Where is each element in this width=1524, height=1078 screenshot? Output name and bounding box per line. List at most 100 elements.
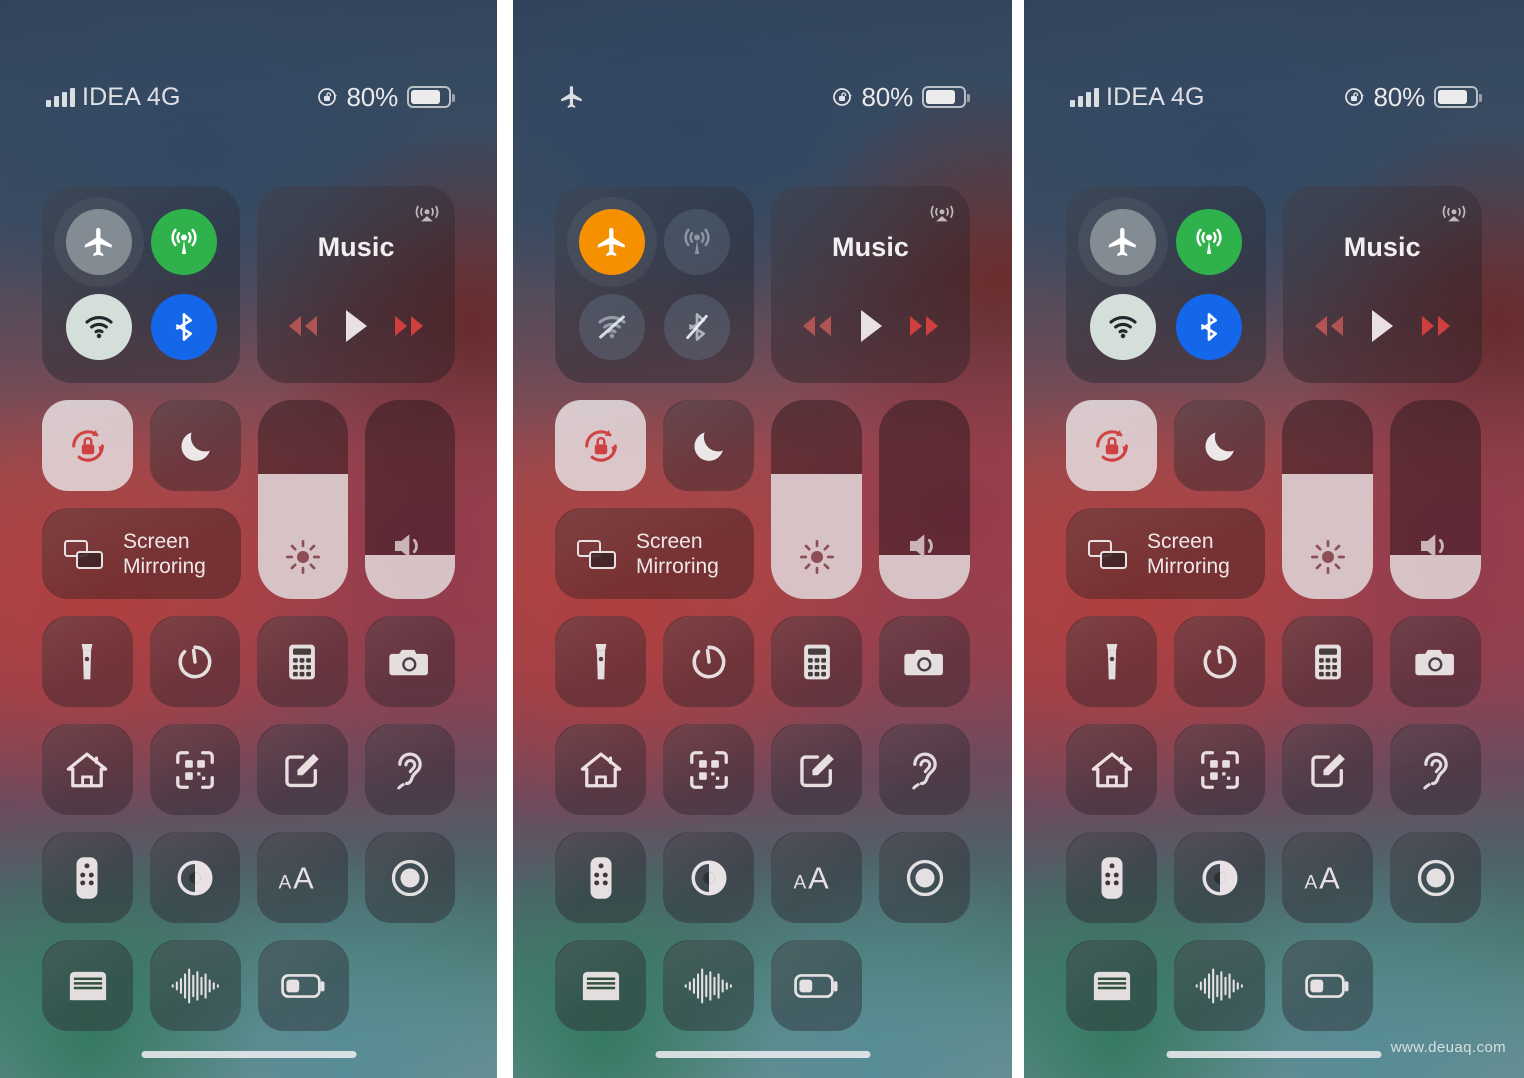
- svg-text:A: A: [293, 860, 314, 895]
- do-not-disturb-toggle[interactable]: [150, 400, 241, 491]
- home-button[interactable]: [42, 724, 133, 815]
- wallet-button[interactable]: [42, 940, 133, 1031]
- cellular-data-toggle[interactable]: [1175, 209, 1242, 276]
- screen-mirroring-label-line2: Mirroring: [123, 554, 206, 578]
- brightness-slider[interactable]: [1282, 400, 1373, 599]
- app-shortcut-row-3: A A: [555, 832, 970, 923]
- airplay-icon[interactable]: [413, 199, 441, 232]
- notes-button[interactable]: [771, 724, 862, 815]
- do-not-disturb-toggle[interactable]: [663, 400, 754, 491]
- dark-mode-button[interactable]: [149, 832, 240, 923]
- screen-recording-button[interactable]: [1390, 832, 1481, 923]
- home-button[interactable]: [555, 724, 646, 815]
- screen-mirroring-label-line1: Screen: [123, 529, 190, 553]
- screen-recording-button[interactable]: [364, 832, 455, 923]
- volume-slider[interactable]: [1390, 400, 1481, 599]
- cellular-data-toggle[interactable]: [664, 209, 731, 276]
- apple-tv-remote-button[interactable]: [1066, 832, 1157, 923]
- text-size-button[interactable]: A A: [257, 832, 348, 923]
- rewind-button[interactable]: [285, 313, 321, 344]
- apple-tv-remote-button[interactable]: [555, 832, 646, 923]
- rewind-button[interactable]: [1311, 313, 1347, 344]
- brightness-slider[interactable]: [258, 400, 348, 599]
- rotation-lock-toggle[interactable]: [555, 400, 646, 491]
- screen-mirroring-button[interactable]: Screen Mirroring: [555, 508, 754, 599]
- airplane-mode-toggle[interactable]: [1077, 197, 1168, 288]
- camera-button[interactable]: [364, 616, 455, 707]
- calculator-button[interactable]: [257, 616, 348, 707]
- timer-button[interactable]: [1174, 616, 1265, 707]
- volume-slider[interactable]: [879, 400, 970, 599]
- fast-forward-button[interactable]: [1418, 313, 1454, 344]
- cellular-data-toggle[interactable]: [150, 209, 217, 276]
- volume-slider[interactable]: [365, 400, 455, 599]
- do-not-disturb-toggle[interactable]: [1174, 400, 1265, 491]
- notes-button[interactable]: [257, 724, 348, 815]
- fast-forward-button[interactable]: [906, 313, 942, 344]
- screen-mirroring-button[interactable]: Screen Mirroring: [42, 508, 241, 599]
- home-indicator[interactable]: [655, 1051, 870, 1058]
- hearing-button[interactable]: [364, 724, 455, 815]
- rotation-lock-toggle[interactable]: [1066, 400, 1157, 491]
- home-indicator[interactable]: [141, 1051, 356, 1058]
- screen-recording-button[interactable]: [879, 832, 970, 923]
- airplane-icon: [597, 228, 625, 257]
- play-button[interactable]: [1367, 308, 1397, 349]
- flashlight-button[interactable]: [555, 616, 646, 707]
- rotation-lock-toggle[interactable]: [42, 400, 133, 491]
- bluetooth-off-icon: [686, 312, 709, 341]
- flashlight-button[interactable]: [42, 616, 133, 707]
- flashlight-button[interactable]: [1066, 616, 1157, 707]
- apple-tv-remote-button[interactable]: [42, 832, 133, 923]
- music-widget[interactable]: Music: [257, 186, 455, 383]
- calculator-button[interactable]: [771, 616, 862, 707]
- airplane-mode-toggle[interactable]: [53, 197, 144, 288]
- music-widget[interactable]: Music: [1282, 186, 1482, 383]
- hearing-button[interactable]: [1390, 724, 1481, 815]
- qr-scanner-button[interactable]: [663, 724, 754, 815]
- wallet-button[interactable]: [555, 940, 646, 1031]
- voice-memos-button[interactable]: [150, 940, 241, 1031]
- airplay-icon[interactable]: [928, 199, 956, 232]
- play-button[interactable]: [341, 308, 371, 349]
- text-size-button[interactable]: A A: [771, 832, 862, 923]
- hearing-button[interactable]: [879, 724, 970, 815]
- dark-mode-button[interactable]: [663, 832, 754, 923]
- airplay-icon[interactable]: [1440, 199, 1468, 232]
- qr-scanner-button[interactable]: [149, 724, 240, 815]
- home-button[interactable]: [1066, 724, 1157, 815]
- fast-forward-button[interactable]: [391, 313, 427, 344]
- brightness-slider[interactable]: [771, 400, 862, 599]
- voice-memos-button[interactable]: [663, 940, 754, 1031]
- qr-scanner-button[interactable]: [1174, 724, 1265, 815]
- screen-mirroring-button[interactable]: Screen Mirroring: [1066, 508, 1265, 599]
- text-size-button[interactable]: A A: [1282, 832, 1373, 923]
- low-power-mode-button[interactable]: [258, 940, 349, 1031]
- camera-button[interactable]: [1390, 616, 1481, 707]
- wifi-toggle[interactable]: [578, 293, 645, 360]
- voice-memos-button[interactable]: [1174, 940, 1265, 1031]
- camera-button[interactable]: [879, 616, 970, 707]
- timer-button[interactable]: [149, 616, 240, 707]
- home-indicator[interactable]: [1166, 1051, 1382, 1058]
- dark-mode-button[interactable]: [1174, 832, 1265, 923]
- music-widget[interactable]: Music: [771, 186, 970, 383]
- app-shortcut-row-4: [1066, 940, 1482, 1031]
- low-power-mode-button[interactable]: [771, 940, 862, 1031]
- signal-strength-icon: [46, 87, 75, 107]
- bluetooth-toggle[interactable]: [1175, 293, 1242, 360]
- calculator-button[interactable]: [1282, 616, 1373, 707]
- low-power-mode-button[interactable]: [1282, 940, 1373, 1031]
- bluetooth-toggle[interactable]: [150, 293, 217, 360]
- wifi-toggle[interactable]: [1089, 293, 1156, 360]
- bluetooth-toggle[interactable]: [664, 293, 731, 360]
- rewind-button[interactable]: [799, 313, 835, 344]
- play-button[interactable]: [856, 308, 886, 349]
- text-size-icon: A A: [279, 860, 315, 895]
- notes-button[interactable]: [1282, 724, 1373, 815]
- app-shortcut-row-2: [1066, 724, 1482, 815]
- airplane-mode-toggle[interactable]: [566, 197, 657, 288]
- timer-button[interactable]: [663, 616, 754, 707]
- wifi-toggle[interactable]: [65, 293, 132, 360]
- wallet-button[interactable]: [1066, 940, 1157, 1031]
